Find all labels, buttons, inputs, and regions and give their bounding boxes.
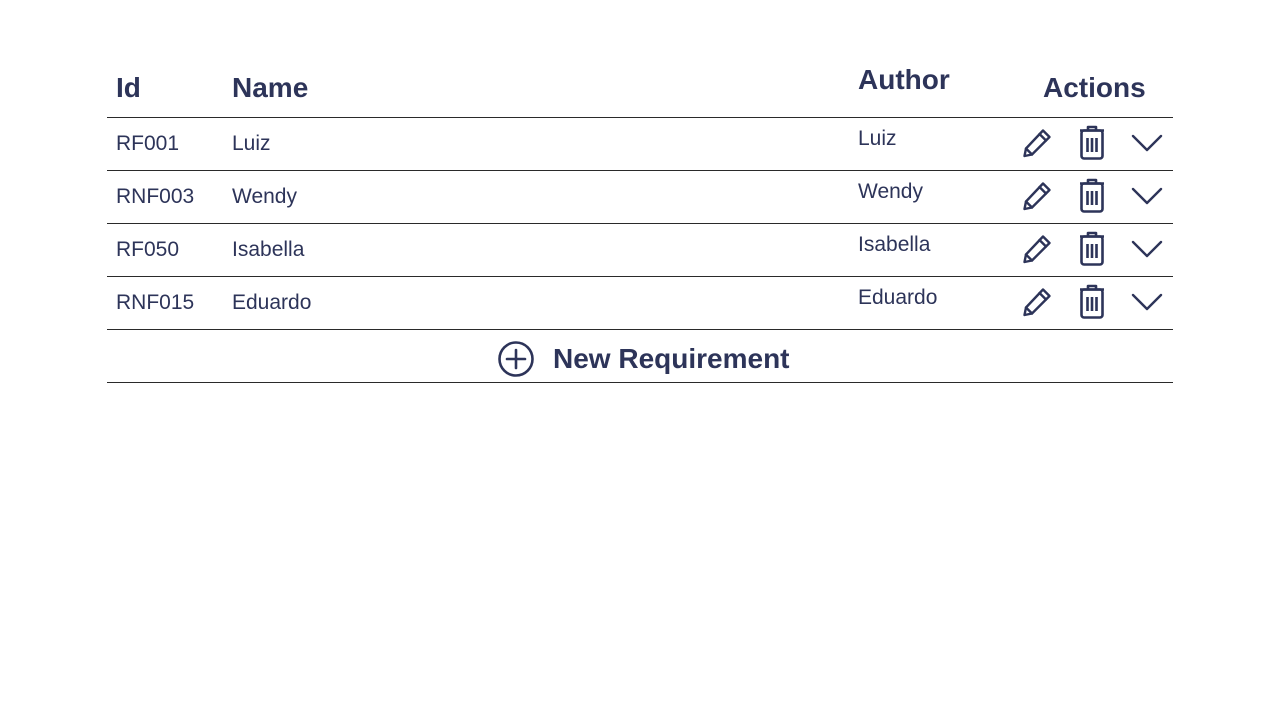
requirement-author: Wendy [858,180,923,203]
new-requirement-label: New Requirement [553,343,790,374]
new-requirement-content: New Requirement [497,340,790,378]
expand-button[interactable] [1130,177,1164,215]
table-row: RNF003 Wendy Wendy [107,171,1173,224]
chevron-down-icon [1131,133,1163,153]
trash-icon [1078,178,1106,214]
table-row: RF050 Isabella Isabella [107,224,1173,277]
requirement-name: Eduardo [232,291,312,314]
requirement-id: RF050 [116,238,180,261]
expand-button[interactable] [1130,124,1164,162]
requirement-name: Isabella [232,238,305,261]
edit-button[interactable] [1020,283,1054,321]
requirement-name: Wendy [232,185,297,208]
table-header: Id Name Author Actions [107,60,1173,118]
column-header-name: Name [232,72,309,103]
edit-button[interactable] [1020,124,1054,162]
pencil-icon [1021,180,1053,212]
requirement-id: RNF015 [116,291,195,314]
column-header-id: Id [116,72,141,103]
expand-button[interactable] [1130,230,1164,268]
trash-icon [1078,125,1106,161]
requirement-id: RF001 [116,132,180,155]
requirement-name: Luiz [232,132,271,155]
requirement-author: Eduardo [858,286,938,309]
column-header-author: Author [858,64,950,95]
requirement-author: Isabella [858,233,931,256]
table-row: RF001 Luiz Luiz [107,118,1173,171]
chevron-down-icon [1131,186,1163,206]
delete-button[interactable] [1075,230,1109,268]
delete-button[interactable] [1075,124,1109,162]
delete-button[interactable] [1075,283,1109,321]
requirement-id: RNF003 [116,185,195,208]
pencil-icon [1021,233,1053,265]
column-header-actions: Actions [1043,72,1146,103]
chevron-down-icon [1131,239,1163,259]
trash-icon [1078,231,1106,267]
table-row: RNF015 Eduardo Eduardo [107,277,1173,330]
delete-button[interactable] [1075,177,1109,215]
edit-button[interactable] [1020,177,1054,215]
new-requirement-button[interactable]: New Requirement [107,330,1173,383]
trash-icon [1078,284,1106,320]
requirement-author: Luiz [858,127,897,150]
chevron-down-icon [1131,292,1163,312]
requirements-table: Id Name Author Actions RF001 Luiz Luiz R… [107,60,1173,383]
plus-circle-icon [497,340,535,378]
expand-button[interactable] [1130,283,1164,321]
pencil-icon [1021,286,1053,318]
pencil-icon [1021,127,1053,159]
edit-button[interactable] [1020,230,1054,268]
